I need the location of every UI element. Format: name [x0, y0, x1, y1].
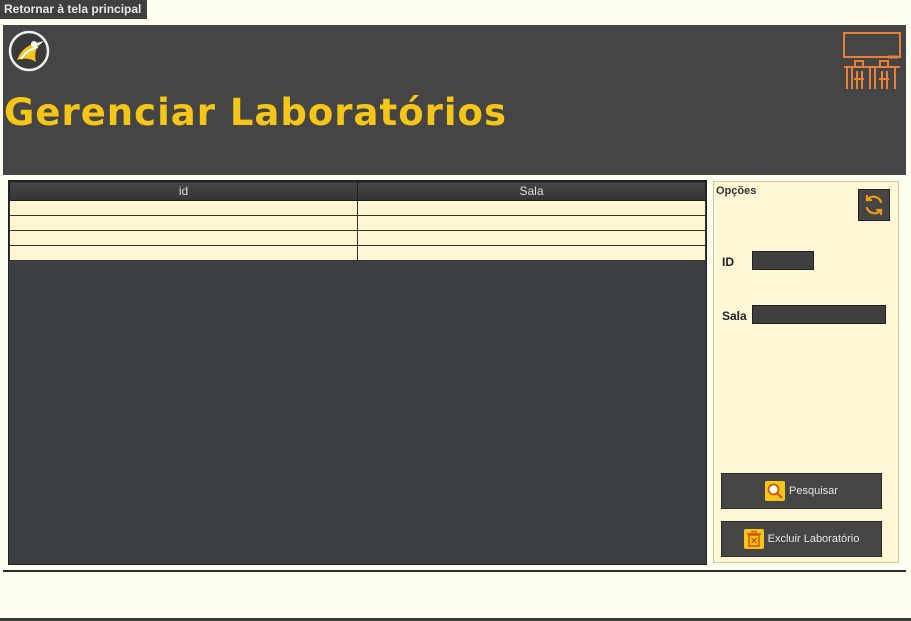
id-field[interactable]	[752, 251, 814, 270]
table-row[interactable]	[9, 245, 706, 261]
footer-bar	[3, 570, 906, 616]
table-cell-id[interactable]	[9, 215, 358, 231]
classroom-icon	[842, 31, 902, 91]
column-header-id[interactable]: id	[9, 181, 358, 201]
sala-field[interactable]	[752, 305, 886, 324]
search-icon	[765, 481, 786, 501]
table-cell-id[interactable]	[9, 200, 358, 216]
table-cell-sala[interactable]	[357, 245, 706, 261]
options-legend: Opções	[716, 185, 757, 197]
table-cell-sala[interactable]	[357, 215, 706, 231]
trash-icon	[743, 529, 764, 549]
table-cell-id[interactable]	[9, 230, 358, 246]
labs-table-panel[interactable]: id Sala	[8, 180, 707, 565]
search-button[interactable]: Pesquisar	[721, 473, 882, 509]
page-title: Gerenciar Laboratórios	[4, 91, 507, 134]
delete-lab-button-label: Excluir Laboratório	[767, 533, 860, 545]
id-label: ID	[722, 255, 734, 269]
table-cell-sala[interactable]	[357, 200, 706, 216]
return-main-button[interactable]: Retornar à tela principal	[0, 0, 148, 19]
refresh-icon	[865, 194, 883, 216]
labs-table[interactable]: id Sala	[9, 181, 706, 261]
header-banner: Gerenciar Laboratórios	[3, 25, 906, 175]
refresh-button[interactable]	[858, 189, 890, 221]
search-button-label: Pesquisar	[789, 485, 838, 497]
sala-label: Sala	[722, 309, 747, 323]
table-row[interactable]	[9, 215, 706, 231]
table-cell-id[interactable]	[9, 245, 358, 261]
table-row[interactable]	[9, 200, 706, 216]
options-panel: Opções ID Sala Pesquisar Excluir Laborat…	[713, 181, 899, 563]
column-header-sala[interactable]: Sala	[357, 181, 706, 201]
right-edge	[906, 570, 911, 621]
table-row[interactable]	[9, 230, 706, 246]
table-cell-sala[interactable]	[357, 230, 706, 246]
delete-lab-button[interactable]: Excluir Laboratório	[721, 521, 882, 557]
bird-logo-icon	[8, 30, 50, 72]
